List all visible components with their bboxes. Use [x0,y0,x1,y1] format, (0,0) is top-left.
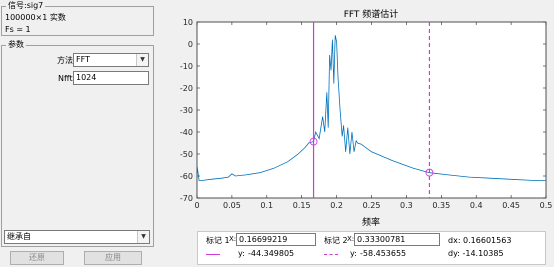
dx-readout: dx: 0.16601563 [448,236,512,245]
marker2-y-value: -58.453655 [360,249,407,258]
y-tick-label: 10 [183,18,193,27]
y-tick-label: -70 [180,194,193,203]
x-tick-label: 0.05 [223,201,241,210]
marker2-y-tag: y: [350,249,357,258]
x-tick-label: 0.4 [470,201,483,210]
x-tick-label: 0.1 [260,201,273,210]
dy-readout: dy: -14.10385 [448,249,504,258]
inherit-select[interactable]: 继承自 ▼ [4,230,150,244]
y-tick-label: 0 [188,40,193,49]
marker1-x-input[interactable]: 0.16699219 [236,233,316,246]
y-tick-label: -40 [180,128,193,137]
x-tick-label: 0.35 [432,201,450,210]
signal-group-label: 信号:sig7 [6,1,46,11]
params-group-label: 参数 [6,40,26,50]
marker2-x-value: 0.33300781 [357,235,406,244]
chart-area: 0 0.05 0.1 0.15 0.2 0.25 0.3 0.35 0.4 0.45 0.5 -70 -… [155,0,554,232]
marker-readout-panel: 标记 1 X: 0.16699219 y: -44.349805 标记 2 X:… [197,231,546,265]
x-tick-label: 0.3 [400,201,413,210]
marker1-y-value: -44.349805 [248,249,295,258]
marker1-y-tag: y: [238,249,245,258]
params-group: 参数 方法 FFT ▼ Nfft 1024 继承自 ▼ [1,40,154,247]
plot-background [196,21,547,199]
x-tick-label: 0.45 [502,201,520,210]
marker1-x-value: 0.16699219 [239,235,288,244]
method-select[interactable]: FFT ▼ [73,53,149,67]
y-tick-label: -10 [180,62,193,71]
marker1-line-swatch [206,254,220,255]
revert-button[interactable]: 还原 [10,251,64,265]
x-axis-label: 频率 [362,216,380,228]
marker2-line-swatch [324,254,338,255]
marker2-x-input[interactable]: 0.33300781 [354,233,440,246]
signal-info-group: 信号:sig7 100000×1 实数 Fs = 1 [1,1,154,36]
x-tick-label: 0 [194,201,199,210]
nfft-input[interactable]: 1024 [73,71,149,85]
x-tick-label: 0.15 [293,201,311,210]
chart-title: FFT 频谱估计 [344,8,399,20]
x-tick-label: 0.5 [540,201,553,210]
chevron-down-icon[interactable]: ▼ [136,54,148,66]
nfft-label: Nfft [58,74,73,83]
signal-fs-text: Fs = 1 [5,25,31,34]
apply-button[interactable]: 应用 [84,251,142,265]
method-label: 方法 [57,56,73,65]
y-tick-label: -30 [180,106,193,115]
y-tick-label: -20 [180,84,193,93]
method-value: FFT [76,55,90,64]
inherit-value: 继承自 [7,232,31,241]
spectrum-chart: 0 0.05 0.1 0.15 0.2 0.25 0.3 0.35 0.4 0.45 0.5 -70 -… [180,8,553,228]
marker1-label: 标记 1 [206,236,230,245]
x-tick-label: 0.2 [330,201,343,210]
y-tick-label: -50 [180,150,193,159]
marker2-label: 标记 2 [324,236,348,245]
nfft-value: 1024 [76,73,97,82]
signal-size-text: 100000×1 实数 [5,13,66,22]
chevron-down-icon[interactable]: ▼ [137,231,149,243]
y-tick-label: -60 [180,172,193,181]
x-tick-label: 0.25 [363,201,381,210]
